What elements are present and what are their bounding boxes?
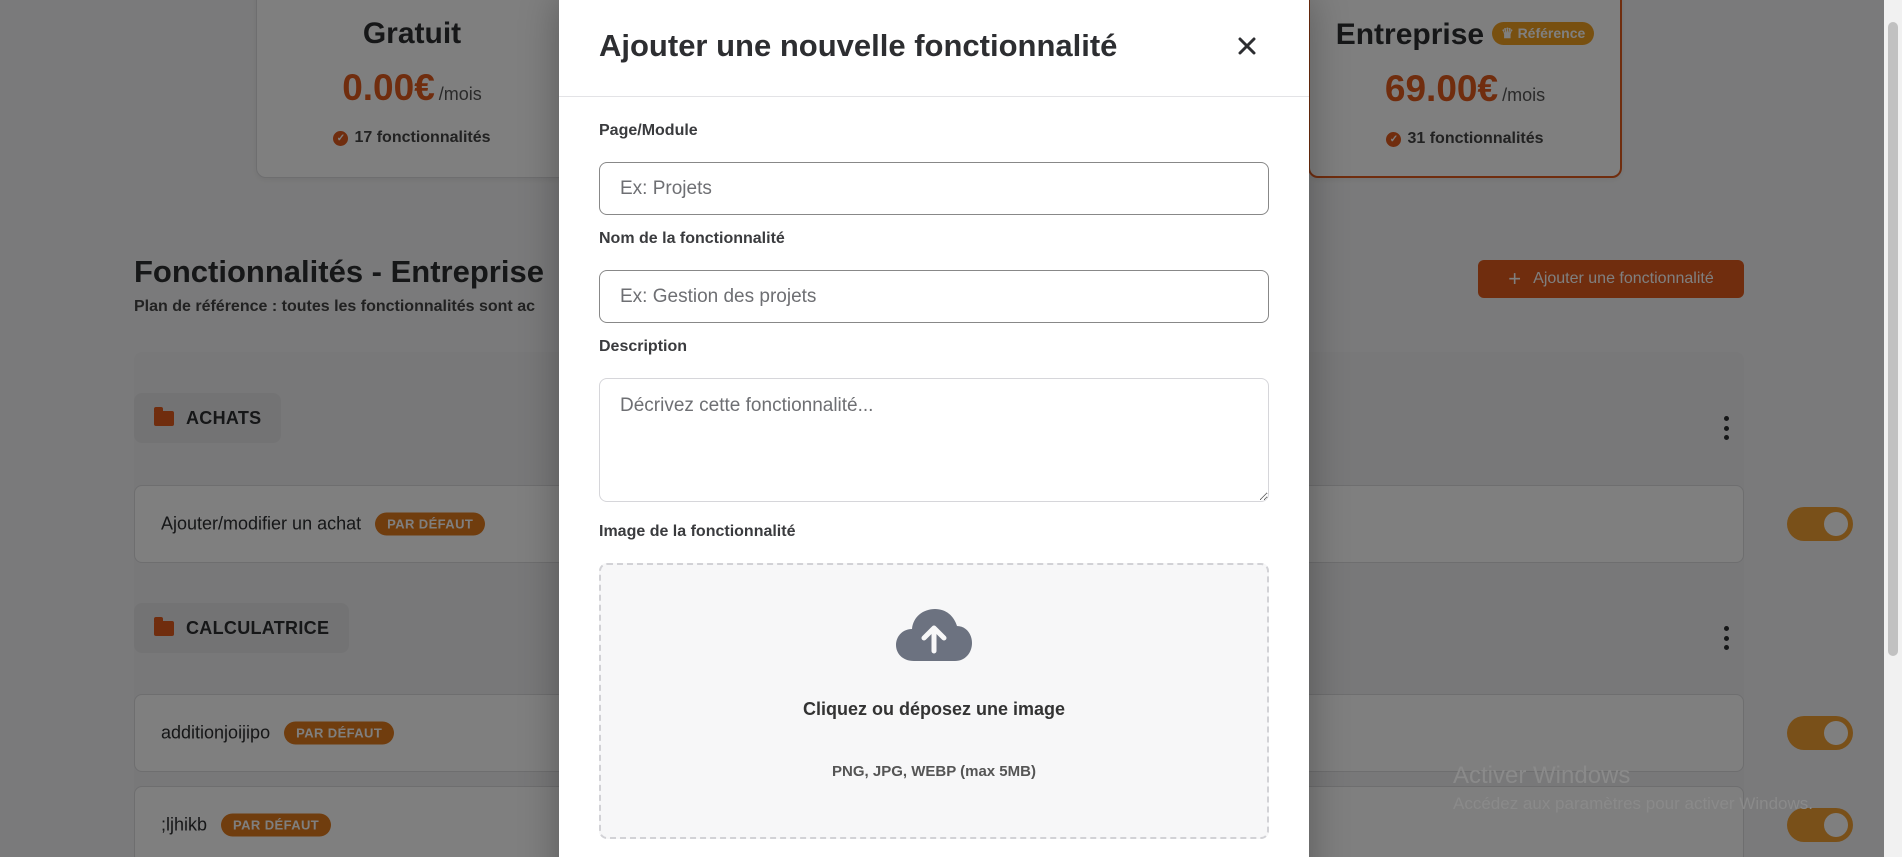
dropzone-title: Cliquez ou déposez une image [802, 699, 1066, 719]
modal-header: Ajouter une nouvelle fonctionnalité [559, 0, 1309, 97]
image-dropzone[interactable]: Cliquez ou déposez une image PNG, JPG, W… [599, 563, 1269, 839]
feature-name-input[interactable] [599, 270, 1269, 323]
cloud-upload-icon [896, 609, 972, 661]
watermark-subtitle: Accédez aux paramètres pour activer Wind… [1453, 794, 1813, 813]
dropzone-hint: PNG, JPG, WEBP (max 5MB) [832, 763, 1036, 780]
image-label: Image de la fonctionnalité [599, 523, 796, 540]
feature-name-label: Nom de la fonctionnalité [599, 230, 785, 247]
close-button[interactable] [1232, 31, 1262, 61]
description-textarea[interactable] [599, 378, 1269, 502]
description-label: Description [599, 338, 688, 355]
scrollbar-thumb[interactable] [1888, 22, 1898, 656]
page-module-input[interactable] [599, 162, 1269, 215]
modal-title: Ajouter une nouvelle fonctionnalité [599, 28, 1118, 63]
windows-activation-watermark: Activer Windows Accédez aux paramètres p… [1453, 762, 1813, 814]
watermark-title: Activer Windows [1453, 762, 1631, 789]
page-module-label: Page/Module [599, 122, 698, 139]
close-icon [1238, 37, 1256, 55]
page-scrollbar[interactable] [1884, 0, 1902, 857]
add-feature-modal: Ajouter une nouvelle fonctionnalité Page… [559, 0, 1309, 857]
